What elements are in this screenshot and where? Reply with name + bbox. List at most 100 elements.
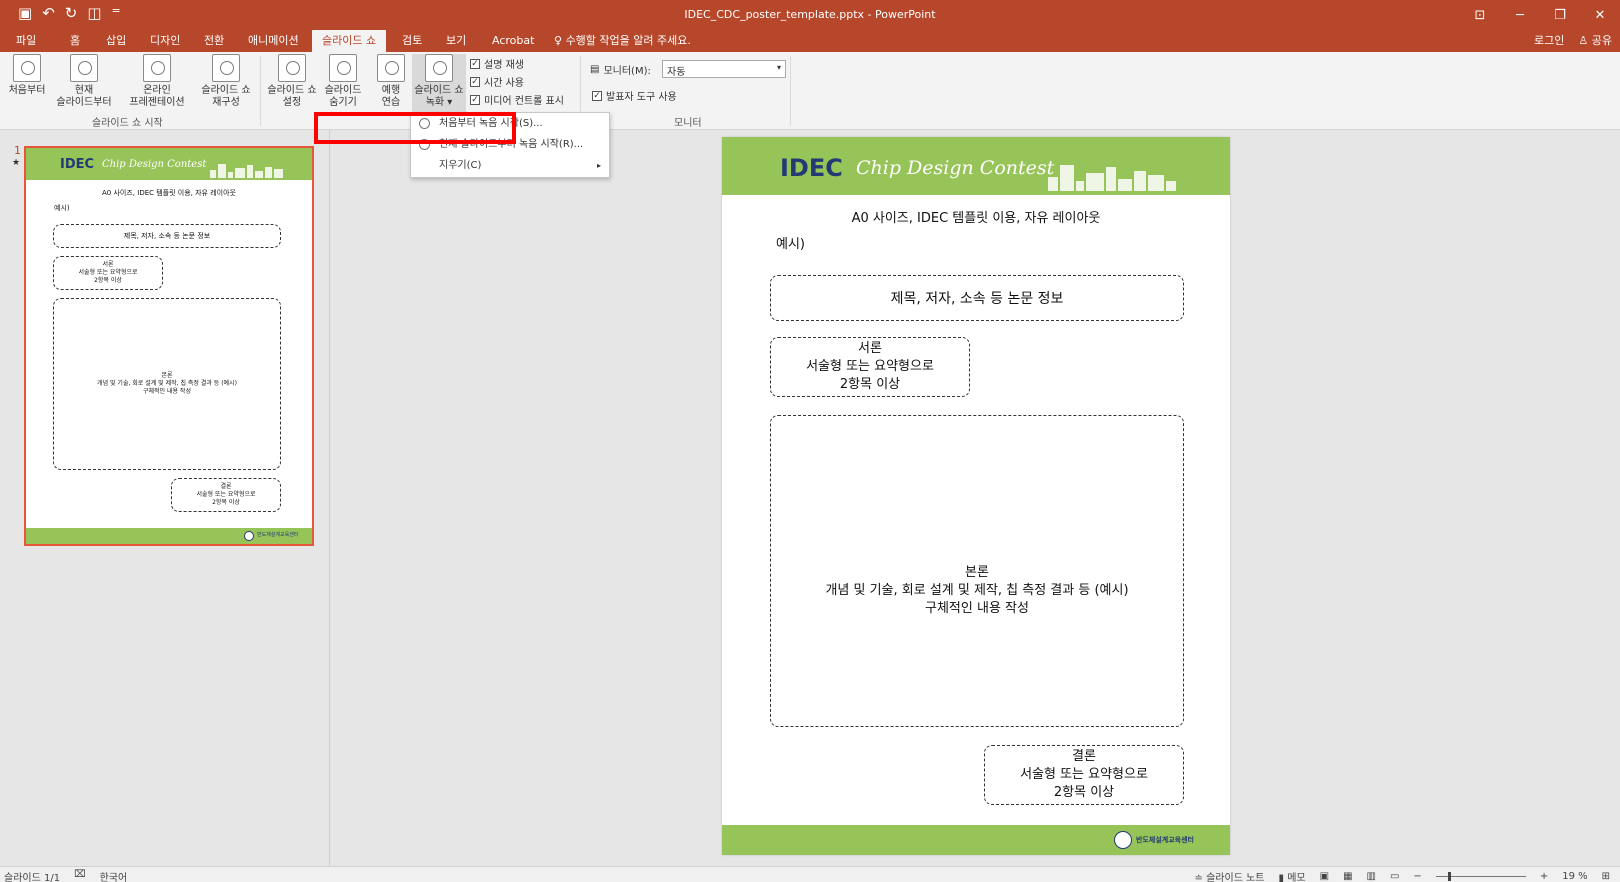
slideshow-view-icon[interactable]: ▭ [1390, 871, 1399, 882]
example-label: 예시) [54, 204, 70, 212]
play-current-icon [70, 54, 98, 82]
highlight-annotation [314, 112, 516, 144]
monitor-select[interactable]: 자동 ▾ [662, 60, 786, 78]
from-current-slide-button[interactable]: 현재 슬라이드부터 [52, 54, 116, 109]
play-from-start-icon [13, 54, 41, 82]
monitor-label: ▤ 모니터(M): [590, 64, 651, 77]
zoom-slider[interactable] [1435, 872, 1526, 881]
submenu-arrow-icon: ▸ [596, 161, 601, 170]
language-indicator[interactable]: 한국어 [100, 869, 128, 882]
reading-view-icon[interactable]: ▥ [1367, 871, 1376, 882]
monitor-icon: ▤ [590, 64, 600, 75]
from-beginning-button[interactable]: 처음부터 [4, 54, 50, 97]
minimize-icon[interactable]: ─ [1500, 0, 1540, 30]
footer-logo-icon [1114, 831, 1132, 849]
tab-acrobat[interactable]: Acrobat [482, 30, 544, 52]
slide-number: 1 [14, 144, 21, 157]
hide-slide-icon [329, 54, 357, 82]
status-bar: 슬라이드 1/1 ⌧ 한국어 ≐ 슬라이드 노트 ▮ 메모 ▣ ▦ ▥ ▭ − … [0, 866, 1620, 882]
slide-thumbnail[interactable]: IDEC Chip Design Contest A0 사이즈, IDEC 템플… [24, 146, 314, 546]
checkmark-icon: ✓ [470, 76, 480, 87]
spellcheck-icon[interactable]: ⌧ [74, 869, 86, 882]
login-link[interactable]: 로그인 [1534, 30, 1564, 52]
tab-insert[interactable]: 삽입 [96, 30, 136, 52]
use-timings-checkbox[interactable]: ✓ 시간 사용 [470, 74, 524, 89]
comments-button[interactable]: ▮ 메모 [1279, 869, 1306, 882]
cityscape-illustration [1048, 157, 1176, 191]
tab-home[interactable]: 홈 [60, 30, 90, 52]
title-info-box: 제목, 저자, 소속 등 논문 정보 [53, 224, 281, 248]
clear-item[interactable]: 지우기(C) ▸ [411, 155, 609, 176]
main-slide-canvas[interactable]: IDEC Chip Design Contest A0 사이즈, IDEC 템플… [722, 137, 1230, 855]
group-label-start: 슬라이드 쇼 시작 [92, 118, 163, 129]
title-bar: ▣ ↶ ↻ ◫ = IDEC_CDC_poster_template.pptx … [0, 0, 1620, 30]
account-area: 로그인 ♙ 공유 [1534, 30, 1612, 52]
globe-icon [143, 54, 171, 82]
tab-transitions[interactable]: 전환 [194, 30, 234, 52]
introduction-box: 서론 서술형 또는 요약형으로 2항목 이상 [53, 256, 163, 290]
comment-icon: ▮ [1278, 873, 1285, 882]
group-label-monitor: 모니터 [674, 118, 702, 129]
slide-count: 슬라이드 1/1 [4, 873, 61, 882]
normal-view-icon[interactable]: ▣ [1320, 871, 1329, 882]
ribbon-display-icon[interactable]: ⊡ [1460, 0, 1500, 30]
body-box[interactable]: 본론 개념 및 기술, 회로 설계 및 제작, 칩 측정 결과 등 (예시) 구… [770, 415, 1184, 727]
play-narration-checkbox[interactable]: ✓ 설명 재생 [470, 56, 524, 71]
hide-slide-button[interactable]: 슬라이드 숨기기 [322, 54, 364, 109]
contest-title: Chip Design Contest [856, 157, 1055, 179]
zoom-in-icon[interactable]: + [1540, 871, 1548, 882]
zoom-out-icon[interactable]: − [1413, 871, 1421, 882]
footer-logo-icon [244, 531, 254, 541]
tab-view[interactable]: 보기 [436, 30, 476, 52]
custom-slideshow-button[interactable]: 슬라이드 쇼 재구성 [196, 54, 256, 109]
tab-review[interactable]: 검토 [392, 30, 432, 52]
tab-animations[interactable]: 애니메이션 [238, 30, 309, 52]
record-icon [425, 54, 453, 82]
slide-thumbnail-pane: 1 ★ IDEC Chip Design Contest A0 사이즈, IDE… [10, 130, 330, 866]
dropdown-caret-icon: ▾ [447, 97, 453, 108]
conclusion-box[interactable]: 결론 서술형 또는 요약형으로 2항목 이상 [984, 745, 1184, 805]
share-button[interactable]: ♙ 공유 [1578, 30, 1612, 52]
tab-slideshow[interactable]: 슬라이드 쇼 [312, 30, 387, 52]
checkmark-icon: ✓ [592, 90, 602, 101]
restore-icon[interactable]: ❐ [1540, 0, 1580, 30]
tab-file[interactable]: 파일 [6, 30, 46, 52]
chevron-down-icon: ▾ [776, 63, 781, 72]
zoom-slider-handle[interactable] [1447, 872, 1451, 881]
zoom-level[interactable]: 19 % [1562, 871, 1587, 882]
tab-design[interactable]: 디자인 [140, 30, 190, 52]
setup-icon [278, 54, 306, 82]
introduction-box[interactable]: 서론 서술형 또는 요약형으로 2항목 이상 [770, 337, 970, 397]
intro-text: A0 사이즈, IDEC 템플릿 이용, 자유 레이아웃 [851, 211, 1101, 226]
lightbulb-icon: ♀ [554, 34, 563, 47]
cityscape-illustration [210, 160, 283, 178]
title-info-box[interactable]: 제목, 저자, 소속 등 논문 정보 [770, 275, 1184, 321]
footer-org-text: 반도체설계교육센터 [257, 532, 299, 538]
slide-footer-band: 반도체설계교육센터 [722, 825, 1230, 855]
tell-me-box[interactable]: ♀ 수행할 작업을 알려 주세요. [544, 30, 701, 52]
window-title: IDEC_CDC_poster_template.pptx - PowerPoi… [684, 8, 936, 21]
close-icon[interactable]: ✕ [1580, 0, 1620, 30]
ribbon-tabs: 파일 홈 삽입 디자인 전환 애니메이션 슬라이드 쇼 검토 보기 Acroba… [0, 30, 1620, 52]
idec-logo: IDEC [780, 154, 843, 182]
footer-org-text: 반도체설계교육센터 [1136, 836, 1194, 844]
record-slideshow-button[interactable]: 슬라이드 쇼 녹화 ▾ [412, 54, 466, 112]
group-separator [260, 56, 261, 126]
show-media-controls-checkbox[interactable]: ✓ 미디어 컨트롤 표시 [470, 92, 564, 107]
timer-icon [377, 54, 405, 82]
presenter-view-checkbox[interactable]: ✓ 발표자 도구 사용 [592, 88, 677, 103]
fit-to-window-icon[interactable]: ⊞ [1602, 871, 1610, 882]
slide-footer-band: 반도체설계교육센터 [26, 528, 312, 544]
example-label: 예시) [776, 237, 805, 252]
group-separator [790, 56, 791, 126]
notes-icon: ≐ [1194, 873, 1203, 882]
ribbon: 처음부터 현재 슬라이드부터 온라인 프레젠테이션 슬라이드 쇼 재구성 슬라이… [0, 52, 1620, 130]
present-online-button[interactable]: 온라인 프레젠테이션 [122, 54, 192, 109]
notes-button[interactable]: ≐ 슬라이드 노트 [1195, 869, 1265, 882]
setup-slideshow-button[interactable]: 슬라이드 쇼 설정 [264, 54, 320, 109]
custom-show-icon [212, 54, 240, 82]
slide-sorter-icon[interactable]: ▦ [1343, 871, 1352, 882]
thumbnail-slide: IDEC Chip Design Contest A0 사이즈, IDEC 템플… [26, 148, 312, 544]
rehearse-timings-button[interactable]: 예행 연습 [370, 54, 412, 109]
intro-text: A0 사이즈, IDEC 템플릿 이용, 자유 레이아웃 [102, 189, 236, 197]
